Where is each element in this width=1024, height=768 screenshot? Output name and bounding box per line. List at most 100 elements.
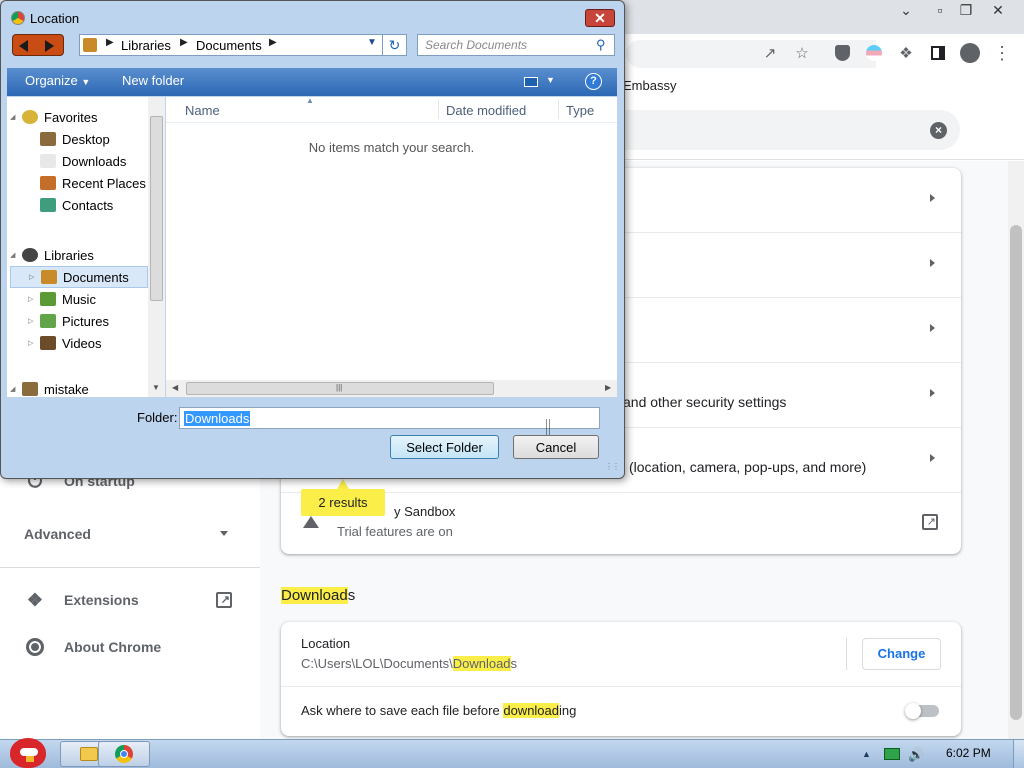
location-path: C:\Users\LOL\Documents\Downloads: [301, 656, 518, 671]
forward-arrow-icon[interactable]: [45, 40, 54, 52]
bookmark-embassy[interactable]: Embassy: [623, 78, 676, 93]
chrome-logo-icon: [24, 636, 46, 658]
share-icon[interactable]: ↗: [758, 41, 782, 65]
breadcrumb-sep-icon: ▶: [269, 37, 277, 48]
folder-input-value: Downloads: [184, 411, 251, 426]
dialog-search-input[interactable]: Search Documents ⚲: [417, 34, 615, 56]
puzzle-icon: ❖: [26, 589, 44, 610]
expand-arrow-icon[interactable]: ▷: [28, 295, 40, 303]
file-pane-scroll-thumb[interactable]: |||: [186, 382, 494, 395]
change-button[interactable]: Change: [862, 638, 941, 670]
back-arrow-icon[interactable]: [19, 40, 28, 52]
profile-avatar-icon[interactable]: [958, 41, 982, 65]
start-button[interactable]: [6, 730, 50, 768]
page-scrollbar-thumb[interactable]: [1010, 225, 1022, 720]
expand-arrow-icon[interactable]: ▷: [29, 273, 41, 281]
toggle-knob: [905, 703, 921, 719]
sidebar-item-extensions[interactable]: ❖ Extensions ↗: [0, 580, 260, 620]
chrome-menu-icon[interactable]: ⋮: [990, 41, 1014, 65]
nav-item-mistake[interactable]: ◢ mistake: [10, 378, 148, 400]
clear-search-icon[interactable]: ×: [930, 122, 947, 139]
breadcrumb-documents[interactable]: Documents: [196, 38, 262, 53]
downloads-divider: [281, 686, 961, 687]
nav-item-pictures[interactable]: ▷ Pictures: [10, 310, 148, 332]
taskbar-chrome-button[interactable]: [98, 741, 150, 767]
restore-button[interactable]: ❐: [952, 0, 980, 20]
sidebar-item-about-chrome[interactable]: About Chrome: [0, 627, 260, 667]
documents-library-icon: [41, 270, 57, 284]
clock[interactable]: 6:02 PM: [946, 746, 991, 760]
view-options-icon[interactable]: [524, 77, 538, 87]
nav-item-music[interactable]: ▷ Music: [10, 288, 148, 310]
view-dropdown-icon[interactable]: ▼: [546, 75, 555, 85]
chrome-icon: [115, 745, 133, 763]
nav-item-favorites[interactable]: ◢ Favorites: [10, 106, 148, 128]
nav-item-downloads[interactable]: Downloads: [10, 150, 148, 172]
resize-grip-icon[interactable]: ⋮⋮: [605, 462, 620, 471]
ublock-icon[interactable]: [830, 41, 854, 65]
sort-indicator-icon: ▲: [306, 96, 314, 105]
bubble-pointer: [337, 479, 349, 489]
dialog-address-bar[interactable]: ▶ Libraries ▶ Documents ▶ ▼ ↻: [79, 34, 407, 56]
downloads-card: [281, 622, 961, 736]
bookmark-star-icon[interactable]: ☆: [790, 41, 814, 65]
minimize-button[interactable]: ▫: [926, 0, 954, 20]
dialog-close-button[interactable]: ✕: [585, 9, 615, 27]
extension-flag-icon[interactable]: [862, 41, 886, 65]
refresh-icon[interactable]: ↻: [382, 34, 406, 56]
new-folder-button[interactable]: New folder: [122, 73, 184, 88]
cancel-button[interactable]: Cancel: [513, 435, 599, 459]
nav-item-libraries[interactable]: ◢ Libraries: [10, 244, 148, 266]
collapse-arrow-icon[interactable]: ◢: [10, 251, 22, 259]
search-icon[interactable]: ⚲: [596, 37, 606, 53]
select-folder-button[interactable]: Select Folder: [390, 435, 499, 459]
help-icon[interactable]: ?: [585, 73, 602, 90]
collapse-arrow-icon[interactable]: ◢: [10, 113, 22, 121]
collapse-arrow-icon[interactable]: ◢: [10, 385, 22, 393]
nav-item-documents[interactable]: ▷ Documents: [10, 266, 148, 288]
chevron-down-icon: [220, 531, 228, 536]
scroll-right-icon[interactable]: ▶: [605, 383, 611, 392]
expand-arrow-icon[interactable]: ▷: [28, 339, 40, 347]
column-divider: [558, 99, 559, 119]
nav-item-contacts[interactable]: Contacts: [10, 194, 148, 216]
expand-arrow-icon[interactable]: ▷: [28, 317, 40, 325]
favorites-tree: ◢ Favorites Desktop Downloads Recent Places C…: [10, 106, 148, 216]
nav-item-videos[interactable]: ▷ Videos: [10, 332, 148, 354]
tab-search-icon[interactable]: ⌄: [892, 0, 920, 20]
scroll-down-icon[interactable]: ▼: [152, 383, 160, 392]
volume-icon[interactable]: 🔊: [908, 747, 924, 763]
side-panel-icon[interactable]: [926, 41, 950, 65]
empty-results-message: No items match your search.: [308, 140, 475, 155]
text-cursor-icon: [546, 419, 550, 435]
settings-search-input[interactable]: [610, 110, 960, 150]
show-desktop-button[interactable]: [1013, 740, 1024, 768]
network-icon[interactable]: [884, 748, 900, 760]
column-name[interactable]: Name: [185, 103, 220, 118]
column-type[interactable]: Type: [566, 103, 594, 118]
breadcrumb-libraries[interactable]: Libraries: [121, 38, 171, 53]
pictures-library-icon: [40, 314, 56, 328]
music-library-icon: [40, 292, 56, 306]
chevron-right-icon: [930, 454, 935, 462]
libraries-tree: ◢ Libraries ▷ Documents ▷ Music ▷ Pictures ▷ Vide…: [10, 244, 148, 400]
tray-expand-icon[interactable]: ▲: [862, 749, 871, 759]
close-window-button[interactable]: ✕: [984, 0, 1012, 20]
ask-where-toggle[interactable]: [905, 703, 939, 719]
scroll-left-icon[interactable]: ◀: [172, 383, 178, 392]
chevron-right-icon: [930, 389, 935, 397]
downloads-section-title: Downloads: [281, 587, 356, 604]
extensions-puzzle-icon[interactable]: ❖: [894, 41, 918, 65]
nav-item-desktop[interactable]: Desktop: [10, 128, 148, 150]
dialog-title: Location: [30, 11, 80, 26]
nav-pane-scroll-thumb[interactable]: [150, 116, 163, 301]
open-in-new-icon: ↗: [216, 592, 232, 608]
chrome-app-icon: [11, 11, 25, 25]
nav-item-recent-places[interactable]: Recent Places: [10, 172, 148, 194]
libraries-small-icon: [83, 38, 97, 52]
organize-button[interactable]: Organize ▼: [25, 73, 90, 88]
folder-input[interactable]: Downloads: [179, 407, 600, 429]
column-date-modified[interactable]: Date modified: [446, 103, 526, 118]
sidebar-item-advanced[interactable]: Advanced: [0, 514, 260, 554]
address-dropdown-icon[interactable]: ▼: [367, 37, 377, 48]
